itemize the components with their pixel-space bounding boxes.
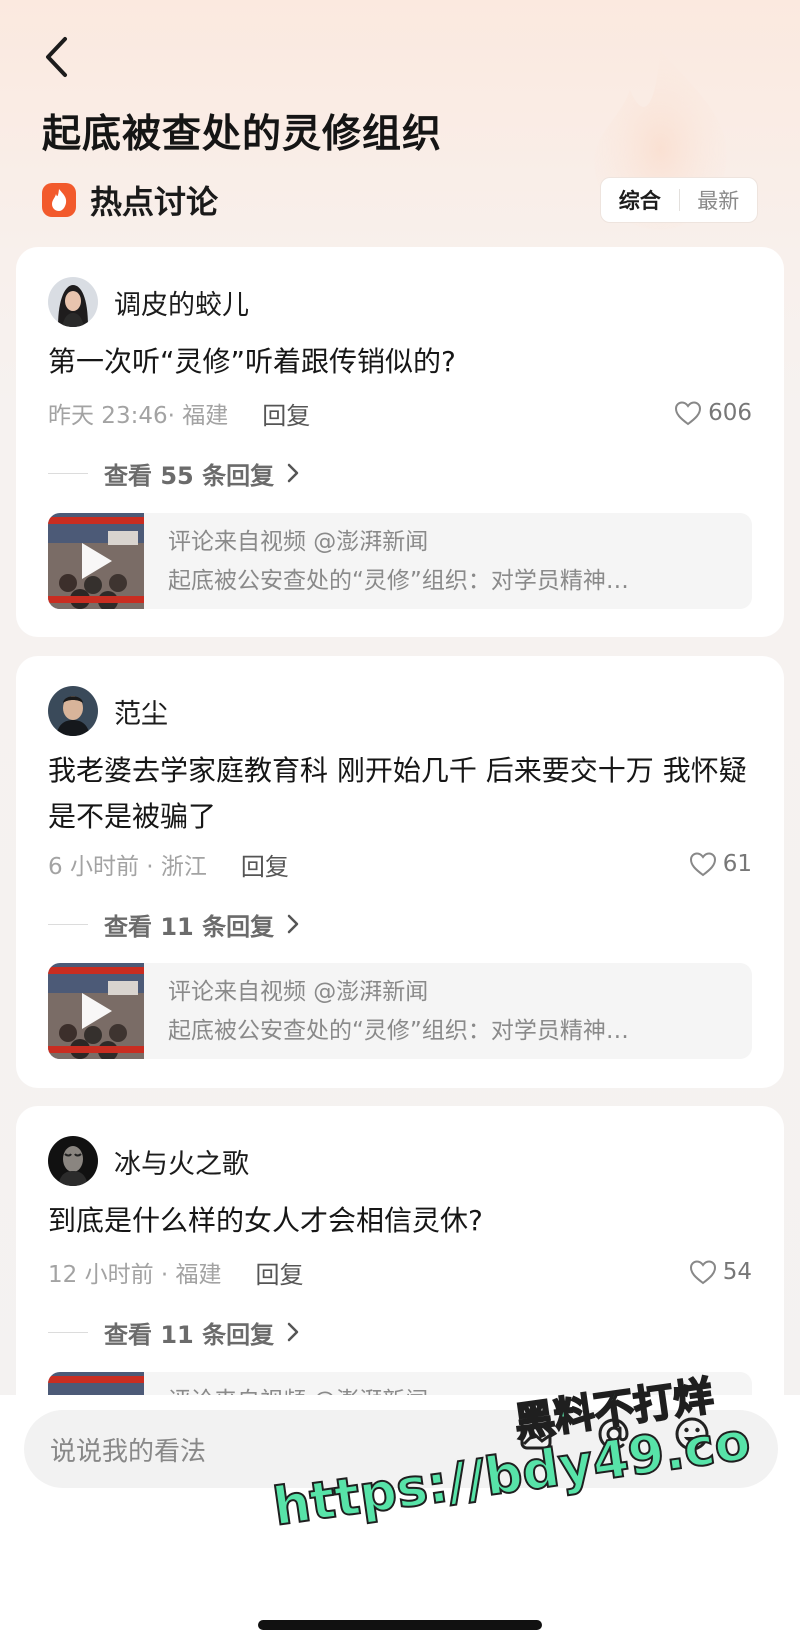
source-video-link[interactable]: 评论来自视频 @澎湃新闻 起底被公安查处的“灵修”组织：对学员精神… xyxy=(48,513,752,609)
like-count: 61 xyxy=(722,851,752,877)
divider-line xyxy=(48,923,88,925)
comment-author[interactable]: 范尘 xyxy=(48,686,168,736)
hot-discussion-label: 热点讨论 xyxy=(90,183,219,221)
comment-meta: 昨天 23:46· 福建 回复 606 xyxy=(48,395,752,431)
divider-line xyxy=(48,1331,88,1333)
sort-option-comprehensive[interactable]: 综合 xyxy=(601,185,679,215)
thumbnail-banner xyxy=(48,596,144,603)
hot-flame-icon xyxy=(42,183,76,217)
play-icon xyxy=(82,543,112,579)
chevron-right-icon xyxy=(286,913,300,935)
comment-text: 我老婆去学家庭教育科 刚开始几千 后来要交十万 我怀疑是不是被骗了 xyxy=(48,754,747,833)
divider-line xyxy=(48,472,88,474)
username[interactable]: 范尘 xyxy=(114,692,168,731)
chevron-right-icon xyxy=(286,1321,300,1343)
thumbnail-banner xyxy=(48,1046,144,1053)
avatar[interactable] xyxy=(48,277,98,327)
comment-time-location: 昨天 23:46· 福建 xyxy=(48,403,229,429)
comment-card: 调皮的蛟儿 第一次听“灵修”听着跟传销似的? 昨天 23:46· 福建 回复 6… xyxy=(16,247,784,637)
view-replies-label: 查看 11 条回复 xyxy=(104,1320,275,1349)
username[interactable]: 冰与火之歌 xyxy=(114,1142,249,1181)
chevron-left-icon xyxy=(46,37,67,77)
avatar[interactable] xyxy=(48,686,98,736)
comment-time-location: 12 小时前 · 福建 xyxy=(48,1262,222,1288)
comment-text: 到底是什么样的女人才会相信灵休? xyxy=(48,1204,483,1237)
hot-discussion-header: 热点讨论 xyxy=(42,177,218,223)
page-title: 起底被查处的灵修组织 xyxy=(42,112,443,157)
view-replies-label: 查看 55 条回复 xyxy=(104,461,275,490)
chevron-right-icon xyxy=(286,462,300,484)
view-replies-button[interactable]: 查看 11 条回复 xyxy=(48,1314,300,1350)
play-icon xyxy=(82,993,112,1029)
video-thumbnail xyxy=(48,963,144,1059)
reply-button[interactable]: 回复 xyxy=(241,847,289,882)
comment-meta: 6 小时前 · 浙江 回复 61 xyxy=(48,846,752,882)
like-button[interactable]: 61 xyxy=(689,851,752,877)
heart-icon xyxy=(689,852,716,877)
comment-meta: 12 小时前 · 福建 回复 54 xyxy=(48,1254,752,1290)
video-thumbnail xyxy=(48,513,144,609)
comment-author[interactable]: 调皮的蛟儿 xyxy=(48,277,249,327)
image-icon[interactable] xyxy=(516,1414,556,1454)
sort-toggle: 综合 最新 xyxy=(600,177,758,223)
comment-author[interactable]: 冰与火之歌 xyxy=(48,1136,249,1186)
comment-text: 第一次听“灵修”听着跟传销似的? xyxy=(48,345,456,378)
reply-button[interactable]: 回复 xyxy=(256,1255,304,1290)
thumbnail-banner xyxy=(48,967,144,974)
view-replies-label: 查看 11 条回复 xyxy=(104,912,275,941)
source-video-link[interactable]: 评论来自视频 @澎湃新闻 起底被公安查处的“灵修”组织：对学员精神… xyxy=(48,963,752,1059)
heart-icon xyxy=(689,1260,716,1285)
home-indicator xyxy=(258,1620,542,1630)
username[interactable]: 调皮的蛟儿 xyxy=(114,283,249,322)
like-button[interactable]: 54 xyxy=(689,1259,752,1285)
source-video-title: 起底被公安查处的“灵修”组织：对学员精神… xyxy=(168,568,629,594)
comment-card: 范尘 我老婆去学家庭教育科 刚开始几千 后来要交十万 我怀疑是不是被骗了 6 小… xyxy=(16,656,784,1088)
like-button[interactable]: 606 xyxy=(674,400,752,426)
source-attribution: 评论来自视频 @澎湃新闻 xyxy=(168,979,429,1005)
like-count: 54 xyxy=(722,1259,752,1285)
like-count: 606 xyxy=(708,400,752,426)
thumbnail-banner xyxy=(48,1376,144,1383)
source-attribution: 评论来自视频 @澎湃新闻 xyxy=(168,529,429,555)
comment-time-location: 6 小时前 · 浙江 xyxy=(48,854,207,880)
back-button[interactable] xyxy=(34,32,78,82)
heart-icon xyxy=(675,401,702,426)
thumbnail-banner xyxy=(48,517,144,524)
comment-input-placeholder: 说说我的看法 xyxy=(50,1437,207,1467)
avatar[interactable] xyxy=(48,1136,98,1186)
comment-input-bar: 说说我的看法 xyxy=(0,1395,800,1648)
reply-button[interactable]: 回复 xyxy=(262,396,310,431)
emoji-icon[interactable] xyxy=(672,1414,712,1454)
mention-icon[interactable] xyxy=(594,1414,634,1454)
source-video-title: 起底被公安查处的“灵修”组织：对学员精神… xyxy=(168,1018,629,1044)
view-replies-button[interactable]: 查看 55 条回复 xyxy=(48,455,300,491)
view-replies-button[interactable]: 查看 11 条回复 xyxy=(48,906,300,942)
sort-option-latest[interactable]: 最新 xyxy=(680,185,758,215)
comment-input[interactable]: 说说我的看法 xyxy=(24,1410,778,1488)
